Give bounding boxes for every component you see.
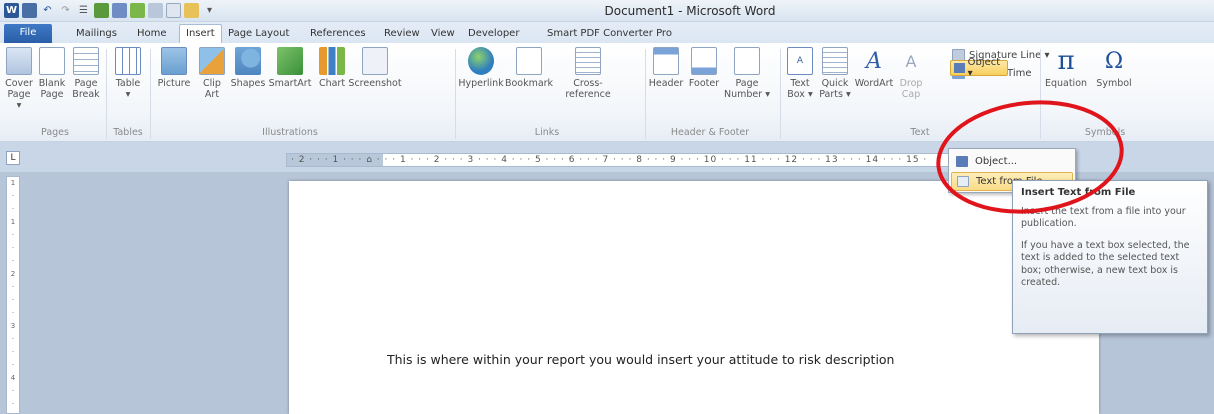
wordart-button[interactable]: A WordArt [854, 47, 894, 89]
screenshot-icon [362, 47, 388, 75]
quick-parts-icon [822, 47, 848, 75]
group-label-links: Links [534, 127, 560, 138]
blank-page-icon [39, 47, 65, 75]
tab-file[interactable]: File [4, 24, 52, 43]
cross-reference-button[interactable]: Cross-reference [553, 47, 623, 100]
tab-references[interactable]: References [304, 26, 372, 43]
text-from-file-icon [957, 176, 969, 187]
object-dropdown-button[interactable]: Object ▾ [950, 57, 1008, 79]
horizontal-ruler[interactable]: · 2 · · · 1 · · · ⌂ · · · 1 · · · 2 · · … [286, 153, 986, 167]
clip-art-button[interactable]: Clip Art [197, 47, 227, 100]
pi-equation-icon: π [1057, 45, 1075, 76]
tab-smart-pdf[interactable]: Smart PDF Converter Pro [541, 26, 678, 43]
tab-page-layout[interactable]: Page Layout [222, 26, 295, 43]
footer-icon [691, 47, 717, 75]
tab-review[interactable]: Review [378, 26, 426, 43]
header-button[interactable]: Header [648, 47, 684, 89]
blank-page-button[interactable]: Blank Page [37, 47, 67, 100]
symbol-button[interactable]: Ω Symbol [1092, 47, 1136, 89]
group-label-pages: Pages [41, 127, 69, 138]
bullets-icon[interactable]: ☰ [76, 3, 91, 18]
tooltip-description: Insert the text from a file into your pu… [1021, 205, 1186, 230]
object-icon [956, 156, 968, 167]
group-label-illustrations: Illustrations [262, 127, 318, 138]
draw-table-icon[interactable] [130, 3, 145, 18]
undo-icon[interactable]: ↶ [40, 3, 55, 18]
text-box-button[interactable]: A Text Box ▾ [784, 47, 816, 100]
redo-icon[interactable]: ↷ [58, 3, 73, 18]
chart-icon [319, 47, 345, 75]
drop-cap-icon: A [905, 51, 917, 71]
open-folder-icon[interactable] [184, 3, 199, 18]
print-preview-icon[interactable] [112, 3, 127, 18]
menu-item-object[interactable]: Object... [951, 152, 1073, 171]
page-break-icon [73, 47, 99, 75]
group-label-header-footer: Header & Footer [670, 127, 750, 138]
object-icon [954, 63, 965, 73]
omega-symbol-icon: Ω [1104, 48, 1124, 74]
hyperlink-globe-icon [468, 47, 494, 75]
tab-developer[interactable]: Developer [462, 26, 525, 43]
smartart-icon [277, 47, 303, 75]
vertical-ruler[interactable]: 1 · · 1 · · · 2 · · · 3 · · · 4 · · [6, 176, 20, 414]
bookmark-button[interactable]: Bookmark [505, 47, 553, 89]
table-icon [115, 47, 141, 75]
cover-page-button[interactable]: Cover Page ▾ [4, 47, 34, 111]
quick-print-icon[interactable] [148, 3, 163, 18]
word-app-icon[interactable]: W [4, 3, 19, 18]
ribbon-tabs: File Mailings Home Insert Page Layout Re… [0, 22, 1214, 43]
document-page[interactable]: This is where within your report you wou… [289, 181, 1099, 414]
page-number-button[interactable]: Page Number ▾ [724, 47, 770, 100]
hyperlink-button[interactable]: Hyperlink [458, 47, 504, 89]
page-number-icon [734, 47, 760, 75]
tab-selector[interactable]: L [6, 151, 20, 165]
smartart-button[interactable]: SmartArt [268, 47, 312, 89]
customize-qat-icon[interactable]: ▾ [202, 3, 217, 18]
insert-ribbon: Cover Page ▾ Blank Page Page Break Pages Ta… [0, 43, 1214, 142]
quick-parts-button[interactable]: Quick Parts ▾ [818, 47, 852, 100]
tab-insert[interactable]: Insert [179, 24, 222, 43]
clip-art-icon [199, 47, 225, 75]
title-bar: W ↶ ↷ ☰ ▾ Document1 - Microsoft Word [0, 0, 1214, 22]
new-doc-icon[interactable] [166, 3, 181, 18]
picture-button[interactable]: Picture [155, 47, 193, 89]
page-break-button[interactable]: Page Break [71, 47, 101, 100]
group-label-tables: Tables [113, 127, 143, 138]
tab-home[interactable]: Home [131, 26, 173, 43]
tooltip-title: Insert Text from File [1021, 187, 1136, 198]
drop-cap-button[interactable]: A Drop Cap [896, 47, 926, 100]
equation-button[interactable]: π Equation [1044, 45, 1088, 90]
chart-button[interactable]: Chart [316, 47, 348, 89]
tab-mailings[interactable]: Mailings [70, 26, 123, 43]
tooltip-detail: If you have a text box selected, the tex… [1021, 239, 1190, 289]
tab-view[interactable]: View [425, 26, 461, 43]
text-box-icon: A [787, 47, 813, 75]
shapes-button[interactable]: Shapes [230, 47, 266, 89]
spelling-icon[interactable] [94, 3, 109, 18]
cross-reference-icon [575, 47, 601, 75]
save-icon[interactable] [22, 3, 37, 18]
table-button[interactable]: Table ▾ [112, 47, 144, 100]
bookmark-icon [516, 47, 542, 75]
window-title: Document1 - Microsoft Word [604, 4, 776, 18]
quick-access-toolbar: W ↶ ↷ ☰ ▾ [4, 3, 217, 18]
wordart-icon: A [866, 48, 882, 74]
shapes-icon [235, 47, 261, 75]
group-label-symbols: Symbols [1084, 127, 1126, 138]
picture-icon [161, 47, 187, 75]
footer-button[interactable]: Footer [686, 47, 722, 89]
cover-page-icon [6, 47, 32, 75]
document-body-text[interactable]: This is where within your report you wou… [387, 352, 894, 367]
header-icon [653, 47, 679, 75]
group-label-text: Text [910, 127, 930, 138]
tooltip-insert-text-from-file: Insert Text from File Insert the text fr… [1012, 180, 1208, 334]
screenshot-button[interactable]: Screenshot [348, 47, 402, 89]
